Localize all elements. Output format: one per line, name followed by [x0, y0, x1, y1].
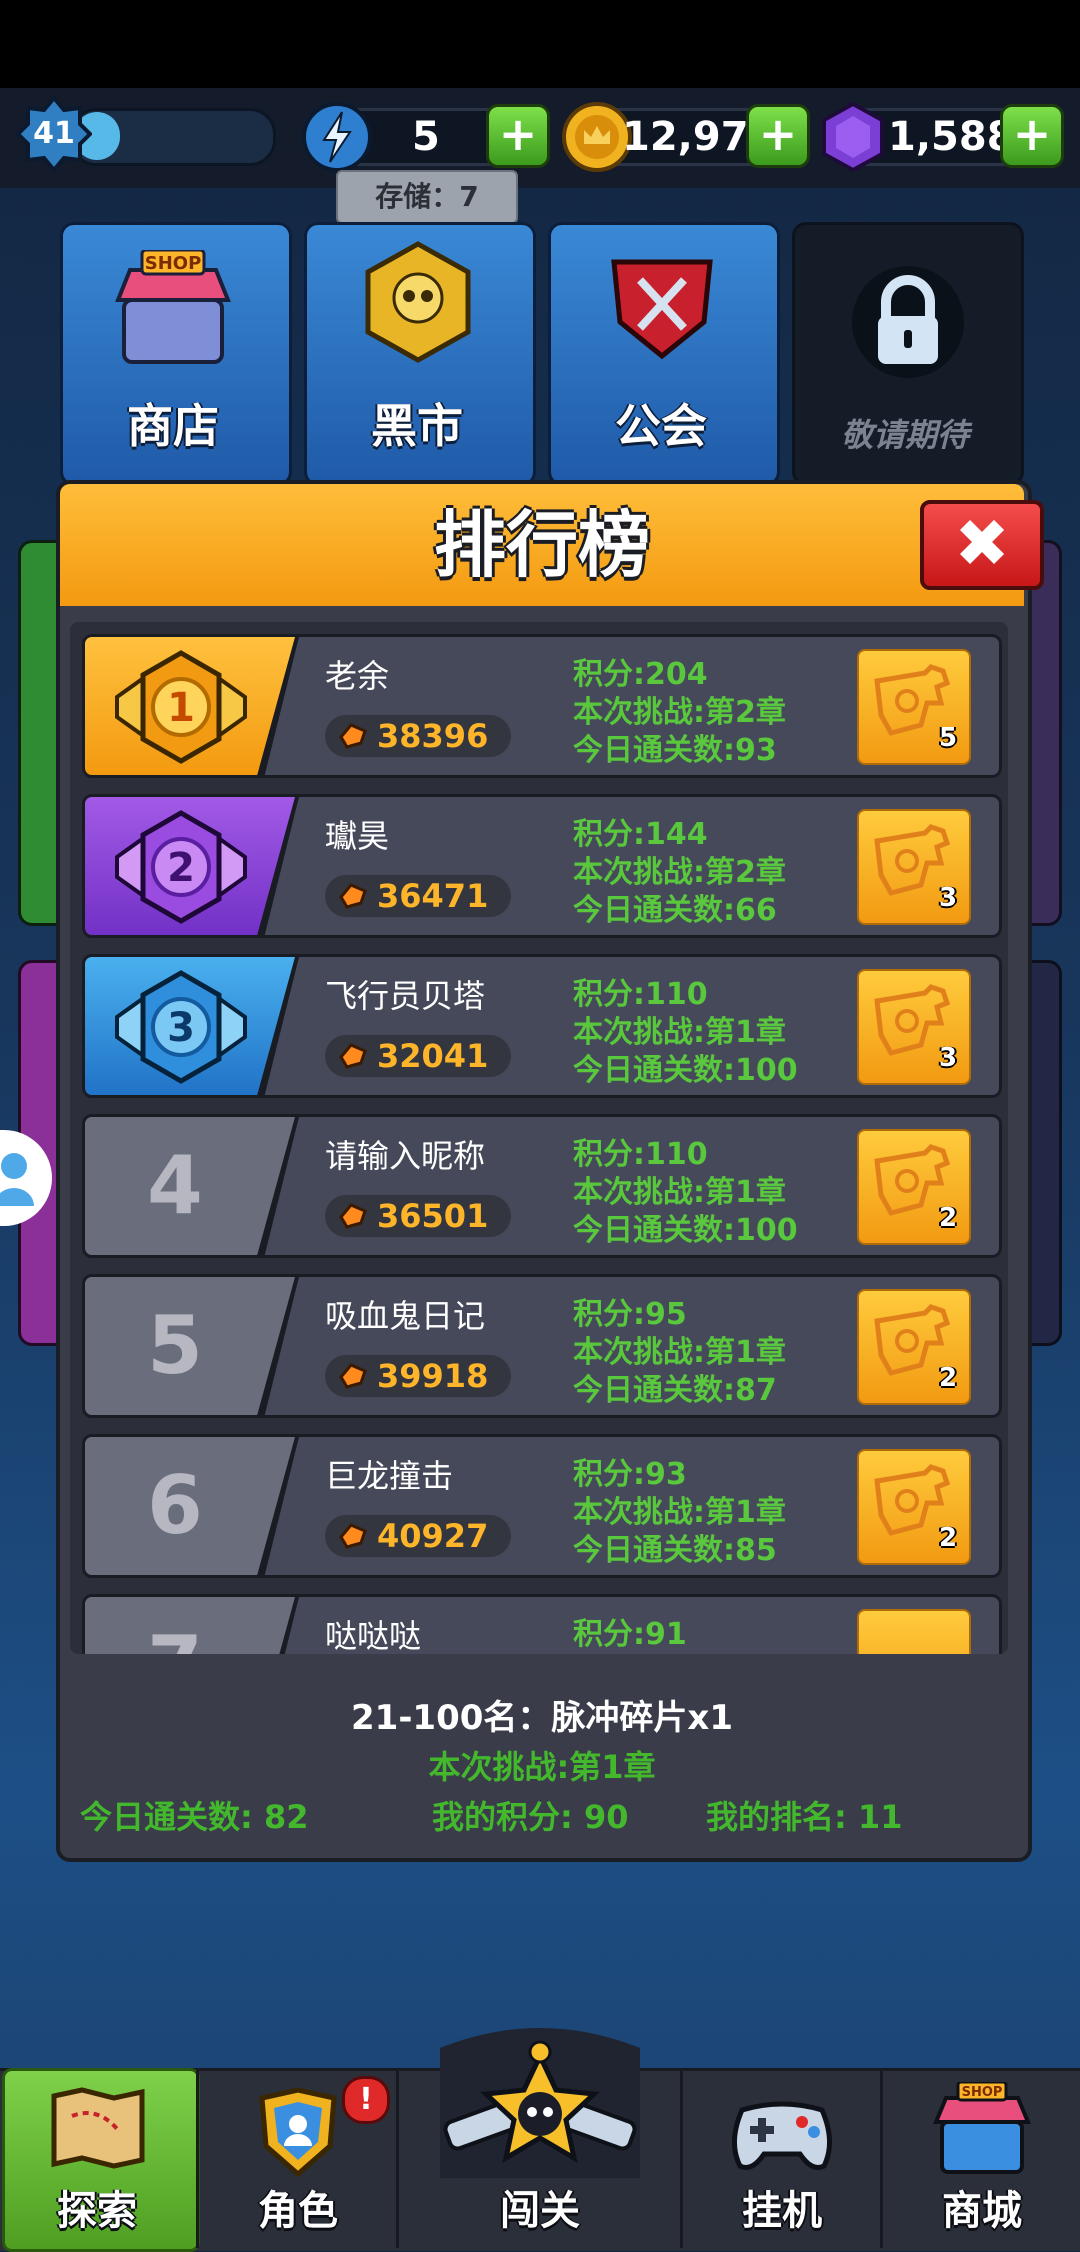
rank-number: 5: [147, 1299, 203, 1392]
rank-number: 4: [147, 1139, 203, 1232]
nav-challenge[interactable]: 闯关: [400, 2028, 680, 2248]
power-gem-icon: [339, 1363, 367, 1389]
rank-number: 7: [85, 1597, 265, 1654]
reward-count: 2: [938, 1523, 958, 1553]
black-market-label: 黑市: [371, 399, 463, 453]
player-name: 飞行员贝塔: [325, 977, 486, 1015]
add-energy-button[interactable]: +: [486, 104, 550, 168]
add-coins-button[interactable]: +: [746, 104, 810, 168]
store-icon: SHOP: [933, 2082, 1031, 2174]
power-value: 38396: [377, 717, 489, 755]
shop-label: 商店: [127, 399, 219, 453]
player-name: 吸血鬼日记: [325, 1297, 486, 1335]
power-gem-icon: [339, 1523, 367, 1549]
my-clears-text: 今日通关数: 82: [80, 1798, 309, 1836]
nav-explore-label: 探索: [57, 2188, 137, 2234]
store-sign-text: SHOP: [962, 2085, 1003, 2100]
today-clears: 今日通关数:85: [573, 1533, 777, 1568]
nav-challenge-label: 闯关: [500, 2188, 580, 2234]
player-name: 请输入昵称: [325, 1137, 486, 1175]
power-value: 36471: [377, 877, 489, 915]
reward-count: 3: [938, 1043, 958, 1073]
nav-character[interactable]: ! 角色: [200, 2068, 396, 2248]
challenge-emblem-icon: [440, 2028, 640, 2178]
leaderboard-title: 排行榜: [433, 503, 650, 587]
coming-soon-label: 敬请期待: [840, 416, 969, 454]
reward-count: 2: [938, 1363, 958, 1393]
add-gems-button[interactable]: +: [1000, 104, 1064, 168]
power-gem-icon: [339, 723, 367, 749]
nav-character-label: 角色: [258, 2188, 338, 2234]
map-icon: [51, 2087, 145, 2169]
leaderboard-row[interactable]: 4 请输入昵称 36501 积分:110 本次挑战:第1章 今日通关数:100 …: [82, 1114, 1002, 1258]
power-gem-icon: [339, 883, 367, 909]
rank-number: 3: [167, 1005, 195, 1051]
leaderboard-list[interactable]: 1 老余 38396 积分:204 本次挑战:第2章 今日通关数:93 5 2 …: [70, 622, 1008, 1654]
leaderboard-row[interactable]: 1 老余 38396 积分:204 本次挑战:第2章 今日通关数:93 5: [82, 634, 1002, 778]
lock-icon: [852, 266, 964, 378]
gem-value: 1,588: [888, 114, 1015, 160]
reward-count: 5: [938, 723, 958, 753]
power-value: 40927: [377, 1517, 489, 1555]
close-button[interactable]: ✖: [920, 500, 1044, 590]
power-gem-icon: [339, 1043, 367, 1069]
character-shield-icon: [259, 2088, 337, 2178]
guild-label: 公会: [615, 399, 707, 453]
leaderboard-row[interactable]: 3 飞行员贝塔 32041 积分:110 本次挑战:第1章 今日通关数:100 …: [82, 954, 1002, 1098]
today-clears: 今日通关数:87: [573, 1373, 777, 1408]
power-value: 32041: [377, 1037, 489, 1075]
purple-gem-icon: [822, 102, 884, 172]
character-alert-badge: !: [342, 2076, 390, 2124]
skull-coin-icon: [365, 241, 471, 363]
nav-idle-label: 挂机: [742, 2188, 822, 2234]
today-clears: 今日通关数:100: [573, 1053, 798, 1088]
player-name: 哒哒哒: [325, 1617, 422, 1654]
today-clears: 今日通关数:93: [573, 733, 777, 768]
power-gem-icon: [339, 1203, 367, 1229]
today-clears: 今日通关数:66: [573, 893, 777, 928]
player-name: 老余: [325, 657, 390, 695]
reward-item[interactable]: [857, 1609, 971, 1654]
my-score-text: 我的积分: 90: [432, 1798, 629, 1836]
score: 积分:91: [573, 1617, 687, 1652]
reward-count: 3: [938, 883, 958, 913]
my-rank-text: 我的排名: 11: [706, 1798, 903, 1836]
status-bar-area: [0, 0, 1080, 88]
nav-idle[interactable]: 挂机: [684, 2068, 880, 2248]
guild-shield-icon: [611, 259, 713, 360]
power-value: 39918: [377, 1357, 489, 1395]
friends-avatar-icon[interactable]: [0, 1130, 52, 1226]
reward-count: 2: [938, 1203, 958, 1233]
player-name: 瓛昊: [325, 817, 390, 855]
rank-number: 2: [167, 845, 195, 891]
silver-medal-icon: 2: [115, 810, 247, 924]
nav-explore[interactable]: 探索: [2, 2068, 194, 2248]
leaderboard-row[interactable]: 5 吸血鬼日记 39918 积分:95 本次挑战:第1章 今日通关数:87 2: [82, 1274, 1002, 1418]
gold-medal-icon: 1: [115, 650, 247, 764]
today-clears: 今日通关数:100: [573, 1213, 798, 1248]
leaderboard-row[interactable]: 2 瓛昊 36471 积分:144 本次挑战:第2章 今日通关数:66 3: [82, 794, 1002, 938]
bronze-medal-icon: 3: [115, 970, 247, 1084]
energy-storage-tooltip: 存储：7: [336, 170, 518, 224]
player-level[interactable]: 41: [16, 96, 92, 172]
reward-range-text: 21-100名：脉冲碎片x1: [351, 1698, 733, 1738]
leaderboard-row[interactable]: 6 巨龙撞击 40927 积分:93 本次挑战:第1章 今日通关数:85 2: [82, 1434, 1002, 1578]
my-challenge-text: 本次挑战:第1章: [428, 1748, 656, 1786]
rank-number: 6: [147, 1459, 203, 1552]
shop-sign-text: SHOP: [145, 253, 202, 274]
nav-store-label: 商城: [942, 2188, 1022, 2234]
player-name: 巨龙撞击: [325, 1457, 454, 1495]
power-value: 36501: [377, 1197, 489, 1235]
leaderboard-row[interactable]: 7 哒哒哒 积分:91: [82, 1594, 1002, 1654]
energy-value: 5: [412, 114, 440, 160]
nav-store[interactable]: SHOP 商城: [884, 2068, 1080, 2248]
gamepad-icon: [732, 2101, 832, 2170]
energy-lightning-icon: [302, 102, 372, 172]
rank-number: 1: [167, 685, 195, 731]
shop-stall-icon: SHOP: [115, 250, 231, 364]
